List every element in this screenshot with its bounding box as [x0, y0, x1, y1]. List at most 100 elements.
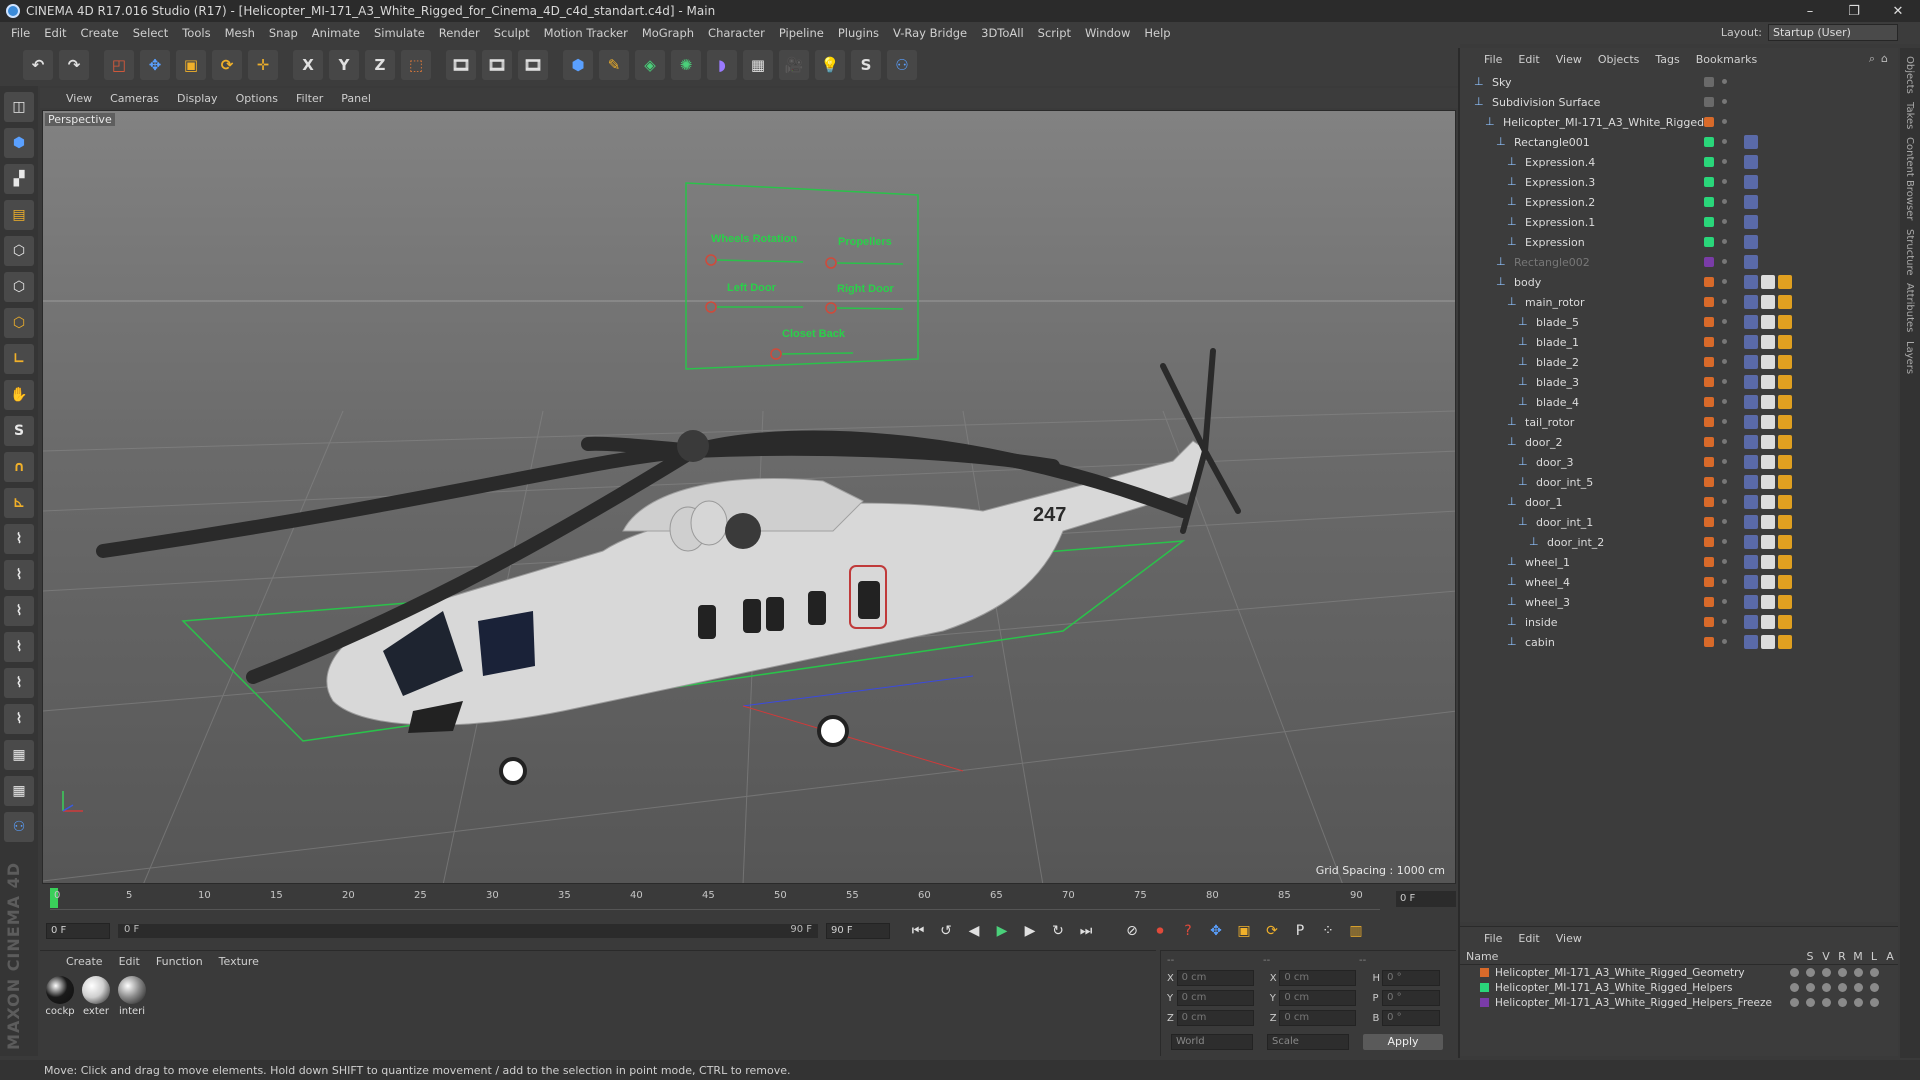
object-row[interactable]: ⊥ wheel_4	[1460, 572, 1898, 592]
layer-color-tag[interactable]	[1704, 417, 1714, 427]
material-tag-icon[interactable]	[1761, 335, 1775, 349]
visibility-dot-icon[interactable]	[1722, 599, 1727, 604]
render-settings-icon[interactable]: 🎞	[518, 50, 548, 80]
layer-color-tag[interactable]	[1704, 637, 1714, 647]
cube-icon[interactable]: ⬢	[563, 50, 593, 80]
position-field[interactable]: 0 cm	[1176, 1010, 1254, 1026]
move-icon[interactable]: ✥	[140, 50, 170, 80]
expression-tag-icon[interactable]	[1744, 575, 1758, 589]
range-slider[interactable]: 0 F 90 F	[118, 924, 818, 938]
live-selection-icon[interactable]: ◰	[104, 50, 134, 80]
layer-color-tag[interactable]	[1704, 557, 1714, 567]
points-mode-icon[interactable]: ⬡	[4, 236, 34, 266]
coordinate-mode-dropdown[interactable]: World	[1171, 1034, 1253, 1050]
scale-icon[interactable]: ▣	[176, 50, 206, 80]
material-tag-icon[interactable]	[1778, 455, 1792, 469]
layer-toggle-icon[interactable]	[1806, 998, 1815, 1007]
material-tag-icon[interactable]	[1761, 415, 1775, 429]
locked-workplane-icon[interactable]: ▦	[4, 776, 34, 806]
layout-dropdown[interactable]: Startup (User)	[1768, 24, 1898, 41]
apply-button[interactable]: Apply	[1363, 1034, 1443, 1050]
visibility-dot-icon[interactable]	[1722, 439, 1727, 444]
expression-tag-icon[interactable]	[1744, 395, 1758, 409]
visibility-dot-icon[interactable]	[1722, 239, 1727, 244]
material-tag-icon[interactable]	[1778, 355, 1792, 369]
material-tag-icon[interactable]	[1761, 595, 1775, 609]
visibility-dot-icon[interactable]	[1722, 639, 1727, 644]
sculpt-grab-icon[interactable]: ⌇	[4, 632, 34, 662]
previous-key-icon[interactable]: ↺	[935, 920, 957, 942]
object-menu-tags[interactable]: Tags	[1655, 53, 1679, 66]
soft-selection-icon[interactable]: S	[4, 416, 34, 446]
material-tag-icon[interactable]	[1761, 575, 1775, 589]
material-tag-icon[interactable]	[1761, 315, 1775, 329]
key-parameter-icon[interactable]: P	[1289, 920, 1311, 942]
position-field[interactable]: 0 cm	[1176, 990, 1254, 1006]
side-tab-structure[interactable]: Structure	[1904, 229, 1915, 276]
layer-toggle-icon[interactable]	[1870, 968, 1879, 977]
material-tag-icon[interactable]	[1778, 515, 1792, 529]
sculpt-pull-icon[interactable]: ⌇	[4, 560, 34, 590]
transform-icon[interactable]: ✛	[248, 50, 278, 80]
visibility-dot-icon[interactable]	[1722, 339, 1727, 344]
layer-color-tag[interactable]	[1704, 577, 1714, 587]
layer-toggle-icon[interactable]	[1822, 998, 1831, 1007]
layer-color-tag[interactable]	[1704, 497, 1714, 507]
material-tag-icon[interactable]	[1778, 295, 1792, 309]
layer-color-tag[interactable]	[1704, 357, 1714, 367]
object-row[interactable]: ⊥ blade_2	[1460, 352, 1898, 372]
cloner-icon[interactable]: ✺	[671, 50, 701, 80]
rotation-field[interactable]: 0 °	[1382, 990, 1440, 1006]
home-icon[interactable]: ⌂	[1881, 52, 1888, 66]
menu-window[interactable]: Window	[1085, 26, 1130, 40]
material-tag-icon[interactable]	[1761, 515, 1775, 529]
layer-color-tag[interactable]	[1704, 597, 1714, 607]
material-tag-icon[interactable]	[1761, 355, 1775, 369]
object-row[interactable]: ⊥ door_int_2	[1460, 532, 1898, 552]
expression-tag-icon[interactable]	[1744, 455, 1758, 469]
expression-tag-icon[interactable]	[1744, 415, 1758, 429]
material-tag-icon[interactable]	[1778, 575, 1792, 589]
expression-tag-icon[interactable]	[1744, 375, 1758, 389]
size-field[interactable]: 0 cm	[1279, 970, 1357, 986]
object-row[interactable]: ⊥ blade_5	[1460, 312, 1898, 332]
layer-color-tag[interactable]	[1704, 537, 1714, 547]
material-tag-icon[interactable]	[1778, 595, 1792, 609]
material-tag-icon[interactable]	[1778, 535, 1792, 549]
object-row[interactable]: ⊥ wheel_1	[1460, 552, 1898, 572]
layer-toggle-icon[interactable]	[1790, 998, 1799, 1007]
object-row[interactable]: ⊥ cabin	[1460, 632, 1898, 652]
visibility-dot-icon[interactable]	[1722, 559, 1727, 564]
timeline-window-icon[interactable]: ▥	[1345, 920, 1367, 942]
material-tag-icon[interactable]	[1761, 495, 1775, 509]
visibility-dot-icon[interactable]	[1722, 459, 1727, 464]
expression-tag-icon[interactable]	[1744, 135, 1758, 149]
visibility-dot-icon[interactable]	[1722, 79, 1727, 84]
visibility-dot-icon[interactable]	[1722, 499, 1727, 504]
tweak-icon[interactable]: ✋	[4, 380, 34, 410]
material-tag-icon[interactable]	[1761, 275, 1775, 289]
object-row[interactable]: ⊥ tail_rotor	[1460, 412, 1898, 432]
menu-character[interactable]: Character	[708, 26, 765, 40]
material-tag-icon[interactable]	[1778, 435, 1792, 449]
material-tag-icon[interactable]	[1778, 315, 1792, 329]
key-pla-icon[interactable]: ⁘	[1317, 920, 1339, 942]
material-tag-icon[interactable]	[1761, 535, 1775, 549]
viewport-menu-cameras[interactable]: Cameras	[110, 92, 159, 105]
sculpt-flatten-icon[interactable]: ⌇	[4, 668, 34, 698]
side-tab-takes[interactable]: Takes	[1904, 102, 1915, 129]
coordinate-system-icon[interactable]: ⬚	[401, 50, 431, 80]
layer-toggle-icon[interactable]	[1838, 968, 1847, 977]
object-row[interactable]: ⊥ Rectangle001	[1460, 132, 1898, 152]
menu-sculpt[interactable]: Sculpt	[494, 26, 530, 40]
play-icon[interactable]: ▶	[991, 920, 1013, 942]
material-menu-edit[interactable]: Edit	[119, 955, 140, 968]
menu-help[interactable]: Help	[1144, 26, 1170, 40]
layer-color-tag[interactable]	[1704, 377, 1714, 387]
end-frame-field[interactable]: 90 F	[826, 923, 890, 939]
visibility-dot-icon[interactable]	[1722, 359, 1727, 364]
menu-file[interactable]: File	[11, 26, 30, 40]
x-axis-toggle[interactable]: X	[293, 50, 323, 80]
material-swatch[interactable]: interi	[116, 976, 148, 1017]
object-menu-bookmarks[interactable]: Bookmarks	[1696, 53, 1757, 66]
